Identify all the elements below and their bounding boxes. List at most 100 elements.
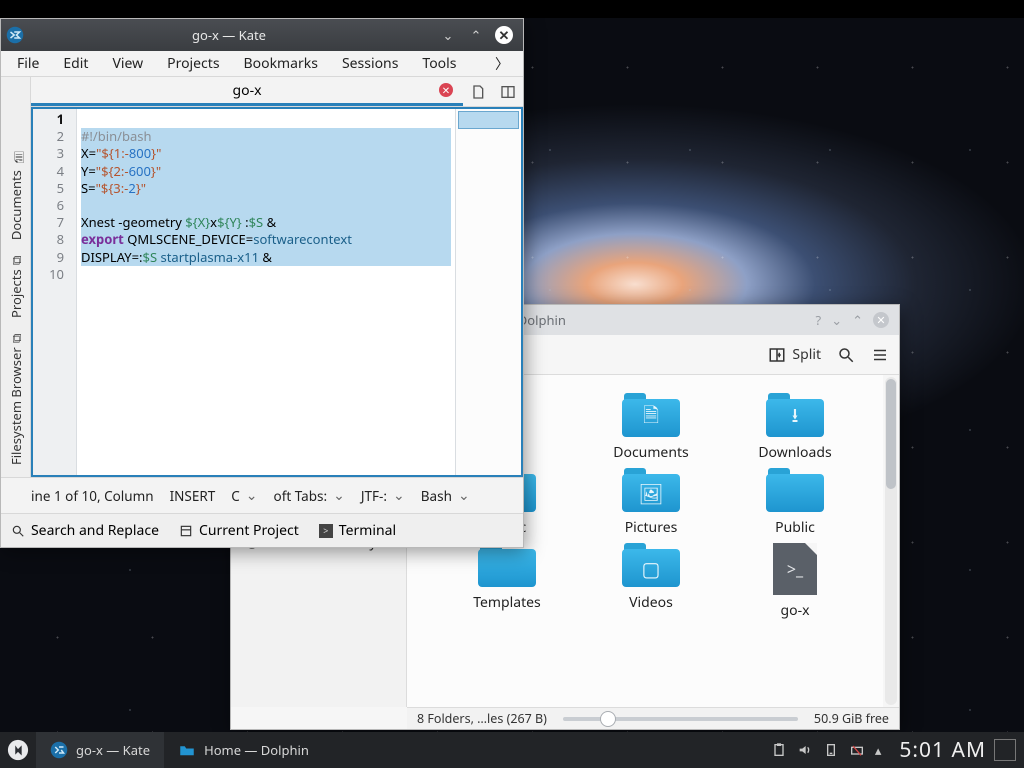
plasma-panel: go-x — Kate Home — Dolphin ▴ 5:01 AM — [0, 732, 1024, 768]
terminal-icon: > — [319, 524, 333, 538]
dolphin-scrollbar[interactable] — [885, 377, 897, 705]
close-button-icon[interactable]: ✕ — [873, 312, 889, 328]
folder-icon: 🗎 — [622, 393, 680, 437]
zoom-knob[interactable] — [600, 711, 616, 727]
folder-label: Videos — [629, 593, 673, 612]
task-kate[interactable]: go-x — Kate — [36, 732, 164, 768]
status-tabs[interactable]: oft Tabs: — [266, 486, 353, 505]
folder-icon: ⭳ — [766, 393, 824, 437]
kate-titlebar[interactable]: go-x — Kate ⌄ ⌃ ✕ — [1, 19, 523, 51]
folder-item[interactable]: ⭳ Downloads — [725, 393, 865, 462]
application-launcher[interactable] — [0, 732, 36, 768]
folder-item[interactable]: ▢ Videos — [581, 543, 721, 620]
new-document-icon[interactable] — [463, 84, 493, 100]
kate-statusbar: ine 1 of 10, Column INSERT C oft Tabs: J… — [1, 477, 523, 513]
maximize-button-icon[interactable]: ⌃ — [467, 26, 485, 44]
menu-overflow-icon[interactable]: 〉 — [485, 50, 519, 78]
dolphin-task-icon — [178, 741, 196, 759]
project-icon — [179, 524, 193, 538]
kate-window: go-x — Kate ⌄ ⌃ ✕ File Edit View Project… — [0, 18, 524, 548]
split-label: Split — [792, 345, 821, 364]
line-gutter: 1 234 567 8910 — [33, 109, 77, 475]
toolview-project[interactable]: Current Project — [169, 521, 309, 540]
clipboard-icon[interactable] — [771, 742, 787, 758]
folder-label: Pictures — [625, 518, 678, 537]
folder-icon — [766, 468, 824, 512]
panel-clock[interactable]: 5:01 AM — [891, 736, 994, 764]
zoom-slider[interactable] — [557, 717, 804, 721]
show-desktop-button[interactable] — [994, 739, 1016, 761]
folder-item[interactable]: 🗎 Documents — [581, 393, 721, 462]
status-position: ine 1 of 10, Column — [1, 487, 162, 505]
tab-close-icon[interactable]: ✕ — [439, 83, 453, 97]
help-button-icon[interactable]: ? — [816, 311, 822, 329]
kate-left-sidebar: Filesystem Browser ⧉ Projects ⧉ Document… — [1, 77, 31, 477]
toolview-terminal[interactable]: >Terminal — [309, 521, 406, 540]
document-tab-label: go-x — [233, 81, 262, 100]
folder-label: Downloads — [758, 443, 831, 462]
status-encoding[interactable]: JTF-: — [353, 486, 413, 505]
kate-bottom-toolviews: Search and Replace Current Project >Term… — [1, 513, 523, 547]
kate-menubar: File Edit View Projects Bookmarks Sessio… — [1, 51, 523, 77]
kate-tabstrip: go-x ✕ — [31, 77, 523, 107]
folder-label: Public — [775, 518, 815, 537]
kate-task-icon — [50, 741, 68, 759]
folder-item[interactable]: Templates — [437, 543, 577, 620]
file-label: go-x — [781, 601, 810, 620]
status-mode[interactable]: INSERT — [162, 487, 224, 505]
folder-label: Documents — [613, 443, 688, 462]
minimap-viewport[interactable] — [458, 111, 519, 129]
split-view-icon[interactable] — [493, 84, 523, 100]
search-icon — [837, 346, 855, 364]
minimize-button-icon[interactable]: ⌄ — [439, 26, 457, 44]
kate-editor[interactable]: 1 234 567 8910 #!/bin/bashX="${1:-800}"Y… — [31, 107, 523, 477]
minimap[interactable] — [455, 109, 521, 475]
script-file-icon: >_ — [773, 543, 817, 595]
menu-projects[interactable]: Projects — [155, 50, 231, 77]
menu-bookmarks[interactable]: Bookmarks — [232, 50, 330, 77]
minimize-button-icon[interactable]: ⌄ — [831, 311, 842, 329]
side-tab-documents[interactable]: Documents 🗎 — [3, 138, 29, 246]
folder-item[interactable]: Public — [725, 468, 865, 537]
search-icon — [11, 524, 25, 538]
hamburger-icon — [871, 346, 889, 364]
menu-sessions[interactable]: Sessions — [330, 50, 410, 77]
hamburger-menu-button[interactable] — [871, 346, 889, 364]
top-black-bar — [0, 0, 1024, 18]
search-button[interactable] — [837, 346, 855, 364]
volume-icon[interactable] — [797, 742, 813, 758]
menu-edit[interactable]: Edit — [51, 50, 100, 77]
folder-icon: 🖼 — [622, 468, 680, 512]
menu-file[interactable]: File — [5, 50, 51, 77]
task-kate-label: go-x — Kate — [76, 741, 150, 759]
menu-tools[interactable]: Tools — [410, 50, 468, 77]
device-icon[interactable] — [823, 742, 839, 758]
side-tab-projects[interactable]: Projects ⧉ — [5, 250, 27, 324]
dolphin-status-summary: 8 Folders, …les (267 B) — [417, 710, 547, 727]
tray-expand-icon[interactable]: ▴ — [875, 741, 882, 759]
status-language[interactable]: Bash — [413, 486, 478, 505]
maximize-button-icon[interactable]: ⌃ — [852, 311, 863, 329]
code-area[interactable]: #!/bin/bashX="${1:-800}"Y="${2:-600}"S="… — [77, 109, 455, 475]
dolphin-status-free: 50.9 GiB free — [814, 710, 889, 727]
toolview-search[interactable]: Search and Replace — [1, 521, 169, 540]
scrollbar-thumb[interactable] — [886, 379, 896, 489]
kate-title: go-x — Kate — [29, 26, 429, 44]
split-button[interactable]: Split — [768, 345, 821, 364]
close-button-icon[interactable]: ✕ — [495, 26, 513, 44]
document-tab[interactable]: go-x ✕ — [31, 77, 463, 106]
folder-icon: ▢ — [622, 543, 680, 587]
file-item[interactable]: >_ go-x — [725, 543, 865, 620]
dolphin-statusbar: 8 Folders, …les (267 B) 50.9 GiB free — [407, 707, 899, 729]
network-disconnected-icon[interactable] — [849, 742, 865, 758]
folder-label: Templates — [473, 593, 541, 612]
side-tab-filesystem[interactable]: Filesystem Browser ⧉ — [5, 328, 27, 471]
folder-icon — [478, 543, 536, 587]
kde-logo-icon — [7, 739, 29, 761]
split-icon — [768, 346, 786, 364]
system-tray: ▴ — [761, 741, 892, 759]
menu-view[interactable]: View — [100, 50, 155, 77]
task-dolphin[interactable]: Home — Dolphin — [164, 732, 323, 768]
status-charset[interactable]: C — [223, 486, 265, 505]
folder-item[interactable]: 🖼 Pictures — [581, 468, 721, 537]
